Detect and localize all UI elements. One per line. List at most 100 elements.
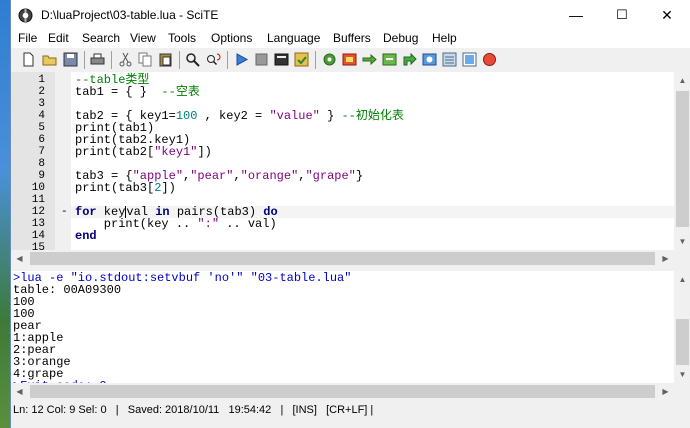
scrollbar-corner: [674, 250, 690, 267]
menu-view[interactable]: View: [130, 31, 156, 45]
toolbar: [11, 48, 690, 73]
status-bar: Ln: 12 Col: 9 Sel: 0 | Saved: 2018/10/11…: [11, 399, 690, 428]
desktop-background: [0, 0, 10, 428]
tools-icon[interactable]: [421, 51, 438, 68]
close-button[interactable]: ✕: [644, 0, 690, 30]
scroll-thumb[interactable]: [30, 252, 655, 265]
editor-horizontal-scrollbar[interactable]: ◀ ▶: [11, 250, 674, 267]
scroll-thumb[interactable]: [676, 91, 689, 227]
scroll-thumb[interactable]: [676, 319, 689, 365]
code-token: "pear": [190, 169, 234, 183]
code-token: ]): [161, 181, 176, 195]
menu-debug[interactable]: Debug: [383, 31, 418, 45]
line-number: 2: [38, 86, 45, 98]
code-line[interactable]: 7 print(tab2["key1"]): [11, 146, 674, 158]
paste-icon[interactable]: [157, 51, 174, 68]
code-token: --初始化表: [341, 109, 404, 123]
menu-options[interactable]: Options: [211, 31, 252, 45]
scite-app-icon: [18, 8, 33, 23]
toolbar-separator: [315, 51, 316, 69]
menu-file[interactable]: File: [18, 31, 37, 45]
compile-icon[interactable]: [233, 51, 250, 68]
scroll-thumb[interactable]: [30, 385, 655, 398]
scroll-left-arrow[interactable]: ◀: [11, 383, 28, 400]
save-icon[interactable]: [62, 51, 79, 68]
menu-buffers[interactable]: Buffers: [333, 31, 371, 45]
cut-icon[interactable]: [117, 51, 134, 68]
maximize-button[interactable]: ☐: [599, 0, 645, 30]
scroll-up-arrow[interactable]: ▲: [674, 72, 690, 89]
find-icon[interactable]: [184, 51, 201, 68]
toolbar-separator: [84, 51, 85, 69]
minimize-button[interactable]: —: [553, 0, 599, 30]
menu-search[interactable]: Search: [82, 31, 120, 45]
menu-help[interactable]: Help: [432, 31, 457, 45]
scroll-right-arrow[interactable]: ▶: [657, 250, 674, 267]
code-text: print(tab2["key1"]): [75, 146, 212, 158]
code-token: ]): [197, 145, 212, 159]
output-horizontal-scrollbar[interactable]: ◀ ▶: [11, 383, 674, 400]
code-line[interactable]: 2 tab1 = { } --空表: [11, 86, 674, 98]
stop-icon[interactable]: [253, 51, 270, 68]
code-text: print(tab3[2]): [75, 182, 176, 194]
menu-language[interactable]: Language: [267, 31, 320, 45]
scroll-down-arrow[interactable]: ▼: [674, 366, 690, 383]
line-number: 8: [38, 158, 45, 170]
copy-icon[interactable]: [137, 51, 154, 68]
scroll-right-arrow[interactable]: ▶: [657, 383, 674, 400]
line-number: 15: [31, 242, 45, 250]
title-bar[interactable]: D:\luaProject\03-table.lua - SciTE — ☐ ✕: [11, 0, 690, 30]
line-number: 13: [31, 218, 45, 230]
line-number: 1: [38, 74, 45, 86]
menu-tools[interactable]: Tools: [168, 31, 196, 45]
code-token: .. val): [219, 217, 277, 231]
scite-window: D:\luaProject\03-table.lua - SciTE — ☐ ✕…: [10, 0, 690, 428]
toolbar-separator: [179, 51, 180, 69]
output-vertical-scrollbar[interactable]: ▲ ▼: [674, 271, 690, 383]
line-number: 6: [38, 134, 45, 146]
code-line[interactable]: 14 end: [11, 230, 674, 242]
code-token: print(tab2[: [75, 145, 155, 159]
code-token: }: [319, 109, 342, 123]
line-number: 3: [38, 98, 45, 110]
scroll-left-arrow[interactable]: ◀: [11, 250, 28, 267]
menu-edit[interactable]: Edit: [48, 31, 69, 45]
output-pane[interactable]: >lua -e "io.stdout:setvbuf 'no'" "03-tab…: [11, 271, 674, 383]
line-number: 14: [31, 230, 45, 242]
line-number: 9: [38, 170, 45, 182]
code-text: tab1 = { } --空表: [75, 86, 200, 98]
code-token: end: [75, 229, 97, 243]
build-icon[interactable]: [341, 51, 358, 68]
code-token: "orange": [240, 169, 299, 183]
open-file-icon[interactable]: [41, 51, 58, 68]
window-title: D:\luaProject\03-table.lua - SciTE: [41, 8, 219, 22]
code-text: end: [75, 230, 97, 242]
close-icon[interactable]: [481, 51, 498, 68]
code-token: , key2 =: [197, 109, 270, 123]
options-icon[interactable]: [441, 51, 458, 68]
code-editor[interactable]: 1 --table类型 2 tab1 = { } --空表 3 4 tab2 = { key…: [11, 72, 674, 250]
replace-icon[interactable]: [205, 51, 222, 68]
fold-marker[interactable]: -: [61, 206, 68, 218]
go-icon[interactable]: [293, 51, 310, 68]
code-token: ,: [233, 169, 241, 183]
abbrev-icon[interactable]: [461, 51, 478, 68]
new-file-icon[interactable]: [20, 51, 37, 68]
toolbar-separator: [227, 51, 228, 69]
next-message-icon[interactable]: [361, 51, 378, 68]
code-line[interactable]: 15: [11, 242, 674, 250]
previous-message-icon[interactable]: [381, 51, 398, 68]
jump-icon[interactable]: [401, 51, 418, 68]
code-line[interactable]: 10 print(tab3[2]): [11, 182, 674, 194]
print-icon[interactable]: [89, 51, 106, 68]
scroll-down-arrow[interactable]: ▼: [674, 233, 690, 250]
toggle-output-icon[interactable]: [273, 51, 290, 68]
scroll-up-arrow[interactable]: ▲: [674, 271, 690, 288]
menu-bar: File Edit Search View Tools Options Lang…: [11, 30, 690, 48]
line-number: 11: [31, 194, 45, 206]
code-token: tab1 = { }: [75, 85, 162, 99]
code-line[interactable]: 13 print(key .. ":" .. val): [11, 218, 674, 230]
code-token: 100: [175, 109, 198, 123]
gear-icon[interactable]: [321, 51, 338, 68]
editor-vertical-scrollbar[interactable]: ▲ ▼: [674, 72, 690, 250]
